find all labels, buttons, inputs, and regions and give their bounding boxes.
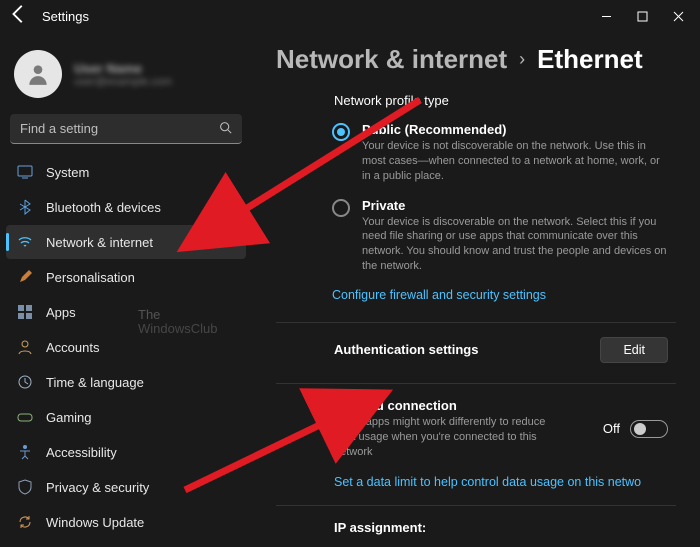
- window-controls: [588, 2, 696, 30]
- radio-button-private[interactable]: [332, 199, 350, 217]
- sidebar-item-accounts[interactable]: Accounts: [6, 330, 246, 364]
- auth-row: Authentication settings Edit: [276, 323, 676, 377]
- auth-title: Authentication settings: [334, 342, 588, 357]
- accounts-icon: [16, 338, 34, 356]
- sidebar-item-time[interactable]: Time & language: [6, 365, 246, 399]
- breadcrumb: Network & internet › Ethernet: [276, 44, 676, 75]
- radio-desc: Your device is not discoverable on the n…: [362, 139, 668, 184]
- profile-name: User Name: [74, 61, 172, 76]
- breadcrumb-current: Ethernet: [537, 44, 642, 75]
- toggle-state: Off: [603, 421, 620, 436]
- profile-text: User Name user@example.com: [74, 61, 172, 88]
- nav-list: System Bluetooth & devices Network & int…: [6, 154, 246, 547]
- profile-email: user@example.com: [74, 76, 172, 88]
- sidebar-item-label: Network & internet: [46, 235, 153, 250]
- wifi-icon: [16, 233, 34, 251]
- sidebar-item-label: Bluetooth & devices: [46, 200, 161, 215]
- sidebar-item-label: Privacy & security: [46, 480, 149, 495]
- back-button[interactable]: [4, 0, 34, 34]
- titlebar: Settings: [0, 0, 700, 32]
- sidebar-item-label: Gaming: [46, 410, 92, 425]
- radio-button-public[interactable]: [332, 123, 350, 141]
- sidebar-item-label: Accessibility: [46, 445, 117, 460]
- sidebar-item-gaming[interactable]: Gaming: [6, 400, 246, 434]
- metered-row: Metered connection Some apps might work …: [276, 384, 676, 474]
- search-box[interactable]: [10, 114, 242, 144]
- search-input[interactable]: [10, 114, 242, 144]
- gaming-icon: [16, 408, 34, 426]
- radio-private[interactable]: Private Your device is discoverable on t…: [332, 198, 676, 274]
- data-limit-link[interactable]: Set a data limit to help control data us…: [334, 475, 676, 489]
- sidebar-item-accessibility[interactable]: Accessibility: [6, 435, 246, 469]
- sidebar-item-label: Accounts: [46, 340, 99, 355]
- profile-block[interactable]: User Name user@example.com: [6, 40, 246, 110]
- apps-icon: [16, 303, 34, 321]
- network-profile-title: Network profile type: [334, 93, 676, 108]
- metered-desc: Some apps might work differently to redu…: [334, 415, 554, 460]
- sidebar-item-privacy[interactable]: Privacy & security: [6, 470, 246, 504]
- bluetooth-icon: [16, 198, 34, 216]
- brush-icon: [16, 268, 34, 286]
- sidebar-item-apps[interactable]: Apps: [6, 295, 246, 329]
- minimize-button[interactable]: [588, 2, 624, 30]
- sidebar-item-update[interactable]: Windows Update: [6, 505, 246, 539]
- sidebar-item-network[interactable]: Network & internet: [6, 225, 246, 259]
- metered-title: Metered connection: [334, 398, 591, 413]
- sidebar-item-label: Windows Update: [46, 515, 144, 530]
- metered-toggle[interactable]: [630, 420, 668, 438]
- breadcrumb-parent[interactable]: Network & internet: [276, 44, 507, 75]
- sidebar-item-bluetooth[interactable]: Bluetooth & devices: [6, 190, 246, 224]
- radio-label: Public (Recommended): [362, 122, 668, 137]
- accessibility-icon: [16, 443, 34, 461]
- sidebar-item-label: Time & language: [46, 375, 144, 390]
- window-title: Settings: [34, 9, 89, 24]
- shield-icon: [16, 478, 34, 496]
- sidebar: User Name user@example.com System Blueto…: [0, 32, 252, 547]
- ip-row: IP assignment:: [276, 506, 676, 547]
- main-content: Network & internet › Ethernet Network pr…: [252, 32, 700, 547]
- close-button[interactable]: [660, 2, 696, 30]
- sidebar-item-personalisation[interactable]: Personalisation: [6, 260, 246, 294]
- radio-desc: Your device is discoverable on the netwo…: [362, 215, 668, 274]
- clock-icon: [16, 373, 34, 391]
- radio-label: Private: [362, 198, 668, 213]
- firewall-link[interactable]: Configure firewall and security settings: [332, 288, 676, 302]
- avatar: [14, 50, 62, 98]
- sidebar-item-label: Personalisation: [46, 270, 135, 285]
- sidebar-item-label: Apps: [46, 305, 76, 320]
- maximize-button[interactable]: [624, 2, 660, 30]
- sidebar-item-system[interactable]: System: [6, 155, 246, 189]
- sidebar-item-label: System: [46, 165, 89, 180]
- system-icon: [16, 163, 34, 181]
- edit-button[interactable]: Edit: [600, 337, 668, 363]
- update-icon: [16, 513, 34, 531]
- chevron-right-icon: ›: [519, 49, 525, 70]
- search-icon: [219, 121, 232, 137]
- ip-title: IP assignment:: [334, 520, 668, 535]
- radio-public[interactable]: Public (Recommended) Your device is not …: [332, 122, 676, 184]
